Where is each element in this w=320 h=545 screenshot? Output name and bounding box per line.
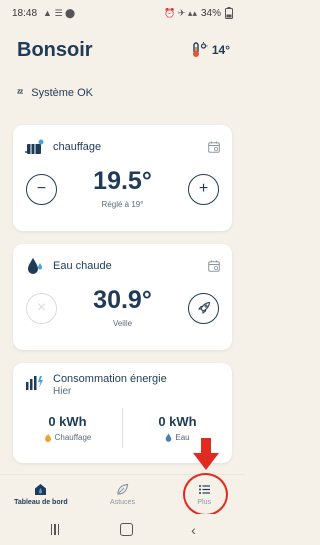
radiator-icon <box>25 139 44 154</box>
status-right: ⏰ ✈ ▴▴ 34% <box>164 7 233 19</box>
signal-icons: ⏰ ✈ ▴▴ <box>164 7 197 18</box>
outdoor-weather[interactable]: 14° <box>190 41 230 59</box>
system-status: ᶻᶻ Système OK <box>17 84 93 102</box>
outdoor-temperature: 14° <box>211 43 230 57</box>
hot-water-off-button[interactable]: × <box>26 292 57 324</box>
schedule-icon[interactable] <box>208 260 220 272</box>
status-left: 18:48 ▲ ☰ ⬤ <box>12 8 75 19</box>
energy-heating-value: 0 kWh <box>48 414 87 429</box>
decrease-temp-button[interactable]: − <box>26 173 57 205</box>
tab-dashboard-label: Tableau de bord <box>14 499 68 506</box>
heating-temperature: 19.5° <box>93 167 152 195</box>
header: Bonsoir 14° <box>17 36 230 64</box>
energy-chart-icon <box>26 376 43 390</box>
hot-water-card[interactable]: Eau chaude × 30.9° Veille <box>13 244 232 350</box>
hot-water-temperature: 30.9° <box>93 286 152 314</box>
battery-percent: 34% <box>200 7 221 19</box>
hot-water-temperature-display: 30.9° Veille <box>93 286 152 329</box>
increase-temp-button[interactable]: + <box>188 173 219 205</box>
heating-label: chauffage <box>53 141 102 153</box>
home-icon <box>35 484 47 495</box>
heating-setpoint: Réglé à 19° <box>101 200 144 209</box>
leaf-icon <box>117 483 129 495</box>
water-drop-icon <box>166 433 172 442</box>
battery-icon <box>225 7 233 19</box>
heating-card[interactable]: chauffage − 19.5° Réglé à 19° + <box>13 125 232 231</box>
energy-heating: 0 kWh Chauffage <box>13 406 122 450</box>
energy-water-label: Eau <box>175 433 190 442</box>
energy-title: Consommation énergie <box>53 373 167 385</box>
tab-tips[interactable]: Astuces <box>82 475 164 514</box>
system-navigation-bar: ‹ <box>0 514 245 545</box>
boost-button[interactable] <box>188 292 219 324</box>
tab-tips-label: Astuces <box>110 499 135 506</box>
energy-period: Hier <box>53 386 72 397</box>
notification-icons: ▲ ☰ ⬤ <box>43 7 76 18</box>
heating-temperature-display: 19.5° Réglé à 19° <box>93 167 152 210</box>
tab-dashboard[interactable]: Tableau de bord <box>0 475 82 514</box>
sleep-icon: ᶻᶻ <box>17 87 23 99</box>
heating-controls: − 19.5° Réglé à 19° + <box>26 169 219 209</box>
annotation-arrow-icon <box>193 438 219 470</box>
recents-icon[interactable] <box>49 523 61 536</box>
back-icon[interactable]: ‹ <box>191 522 196 538</box>
energy-card-header: Consommation énergie Hier <box>25 373 167 397</box>
annotation-circle <box>183 473 228 516</box>
home-button-icon[interactable] <box>119 523 133 536</box>
water-drop-icon <box>28 258 42 274</box>
hot-water-controls: × 30.9° Veille <box>26 288 219 328</box>
system-status-text: Système OK <box>31 87 93 99</box>
page-title: Bonsoir <box>17 38 93 61</box>
hot-water-card-header: Eau chaude <box>25 256 220 276</box>
clock: 18:48 <box>12 7 38 19</box>
status-bar: 18:48 ▲ ☰ ⬤ ⏰ ✈ ▴▴ 34% <box>0 0 245 26</box>
heating-card-header: chauffage <box>25 137 220 157</box>
flame-icon <box>44 433 51 442</box>
energy-water-value: 0 kWh <box>158 414 197 429</box>
rocket-icon <box>197 301 210 315</box>
hot-water-mode: Veille <box>112 319 133 328</box>
hot-water-label: Eau chaude <box>53 260 112 272</box>
thermometer-sun-icon <box>192 42 208 57</box>
energy-heating-label: Chauffage <box>54 433 92 442</box>
schedule-icon[interactable] <box>208 141 220 153</box>
